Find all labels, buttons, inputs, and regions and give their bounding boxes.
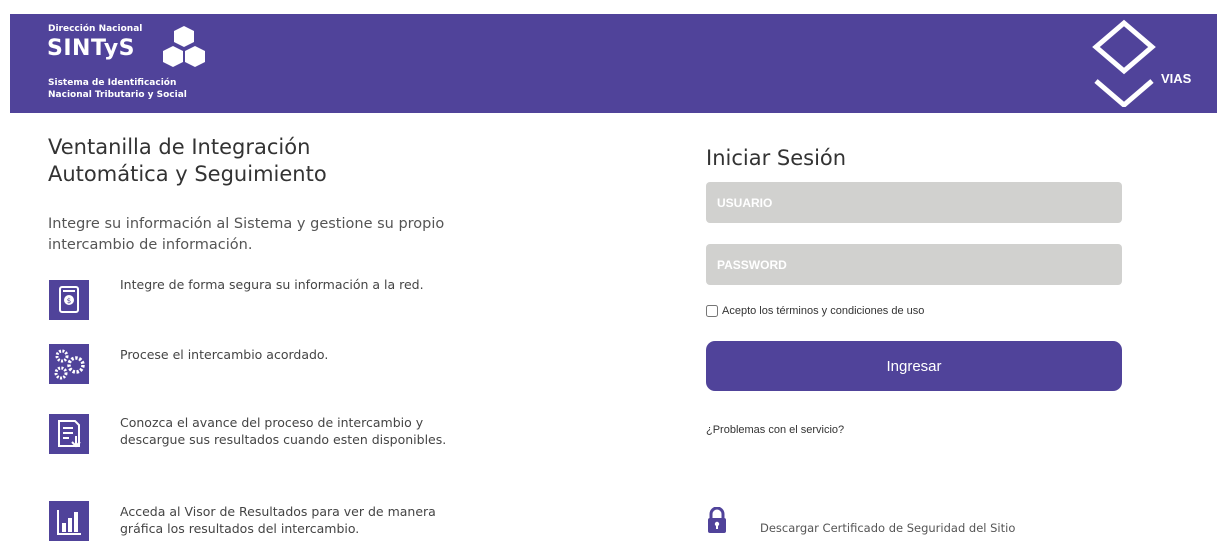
gears-icon — [49, 344, 89, 384]
vias-label: VIAS — [1161, 71, 1192, 86]
logo-small-text: Dirección Nacional — [48, 24, 143, 34]
feature-text-4: Acceda al Visor de Resultados para ver d… — [120, 504, 436, 536]
terms-checkbox[interactable] — [706, 305, 718, 317]
header-bar: Dirección Nacional SINTyS Sistema de Ide… — [10, 14, 1217, 113]
page-title-line2: Automática y Seguimiento — [48, 162, 327, 186]
svg-text:$: $ — [67, 297, 71, 305]
hexagon-logo-icon — [163, 26, 205, 67]
page-description: Integre su información al Sistema y gest… — [48, 216, 445, 253]
logo-subtitle-line2: Nacional Tributario y Social — [48, 90, 187, 100]
document-download-icon — [49, 414, 89, 454]
password-input[interactable] — [706, 244, 1122, 285]
problems-link[interactable]: ¿Problemas con el servicio? — [706, 424, 844, 436]
logo-subtitle-line1: Sistema de Identificación — [48, 78, 177, 88]
logo-title: SINTyS — [47, 36, 136, 61]
feature-text-2: Procese el intercambio acordado. — [120, 347, 329, 362]
download-certificate-link[interactable]: Descargar Certificado de Seguridad del S… — [760, 521, 1015, 535]
page-title: Ventanilla de Integración Automática y S… — [48, 134, 327, 188]
bar-chart-icon — [49, 501, 89, 541]
page-title-line1: Ventanilla de Integración — [48, 135, 311, 159]
lock-icon — [708, 507, 726, 533]
username-input[interactable] — [706, 182, 1122, 223]
terms-label: Acepto los términos y condiciones de uso — [722, 305, 925, 317]
feature-text-1: Integre de forma segura su información a… — [120, 277, 424, 292]
vias-logo-icon — [1092, 19, 1156, 107]
login-button[interactable]: Ingresar — [706, 341, 1122, 391]
feature-text-3: Conozca el avance del proceso de interca… — [120, 415, 447, 447]
secure-document-icon: $ — [49, 280, 89, 320]
terms-checkbox-row[interactable]: Acepto los términos y condiciones de uso — [706, 305, 924, 317]
login-title: Iniciar Sesión — [706, 146, 847, 170]
